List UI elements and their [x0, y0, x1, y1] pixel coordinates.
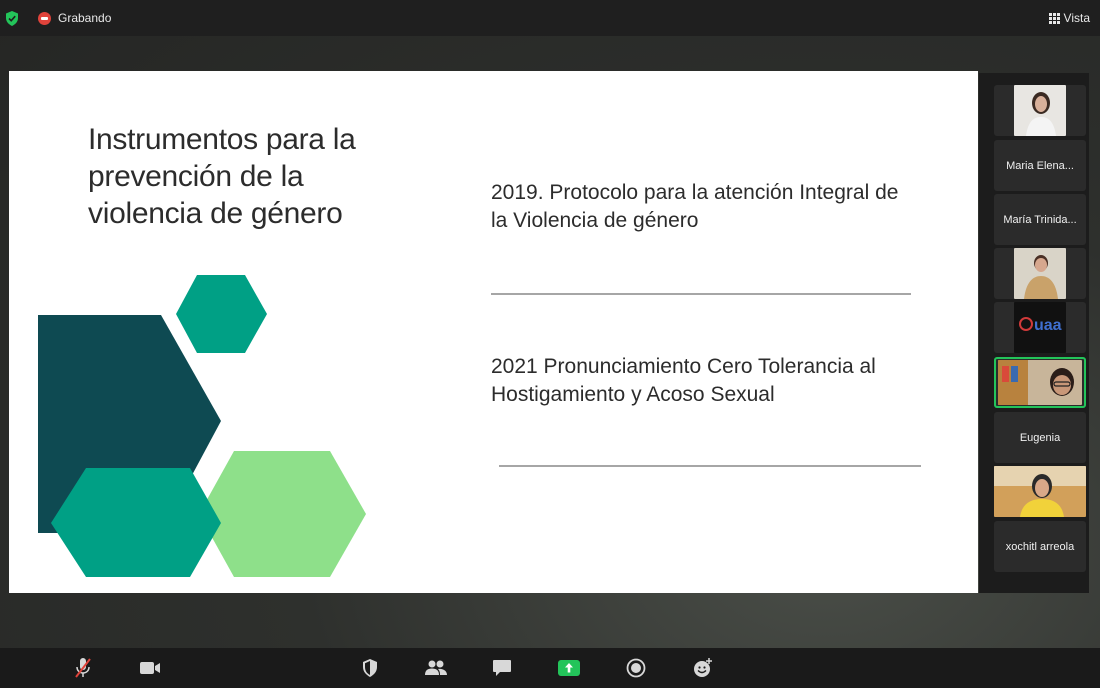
record-icon	[626, 658, 646, 678]
mute-button[interactable]	[72, 656, 94, 680]
divider-line	[499, 465, 921, 467]
participants-gallery: Maria Elena... María Trinida... uaa Euge…	[979, 73, 1089, 593]
participant-tile[interactable]	[994, 248, 1086, 299]
security-icon	[363, 659, 377, 677]
view-label: Vista	[1063, 11, 1090, 25]
mic-muted-icon	[75, 658, 91, 678]
participant-video-icon	[998, 360, 1082, 405]
participant-video-icon	[1014, 85, 1066, 136]
grid-view-icon	[1048, 12, 1060, 24]
security-button[interactable]	[359, 656, 381, 680]
participant-tile[interactable]: Maria Elena...	[994, 140, 1086, 191]
participant-tile[interactable]	[994, 85, 1086, 136]
participant-name: xochitl arreola	[1005, 540, 1075, 553]
video-camera-icon	[140, 662, 160, 674]
uaa-logo-icon: uaa	[1014, 302, 1066, 353]
participants-icon	[425, 660, 447, 675]
reactions-icon	[694, 658, 712, 677]
reactions-button[interactable]	[692, 656, 714, 680]
share-screen-button[interactable]	[557, 656, 581, 680]
teal-hexagon	[51, 468, 221, 577]
participant-tile[interactable]: uaa	[994, 302, 1086, 353]
encryption-shield-icon[interactable]	[5, 11, 19, 26]
meeting-toolbar	[0, 648, 1100, 688]
record-button[interactable]	[625, 656, 647, 680]
participant-name: Maria Elena...	[1006, 159, 1074, 172]
small-teal-hexagon	[176, 275, 267, 353]
slide-item-2019: 2019. Protocolo para la atención Integra…	[491, 181, 899, 232]
participant-tile[interactable]	[994, 466, 1086, 517]
participant-name: Eugenia	[1019, 431, 1061, 444]
participant-video-icon	[1014, 248, 1066, 299]
uaa-logo-text: uaa	[1034, 317, 1062, 334]
recording-label: Grabando	[58, 11, 112, 25]
view-button[interactable]: Vista	[1048, 11, 1090, 25]
light-green-hexagon	[199, 451, 366, 577]
divider-line	[491, 293, 911, 295]
participants-button[interactable]	[424, 656, 448, 680]
slide-title: Instrumentos para la prevención de la vi…	[88, 123, 356, 230]
participant-tile[interactable]: Eugenia	[994, 412, 1086, 463]
active-speaker-tile[interactable]	[994, 357, 1086, 408]
chat-button[interactable]	[491, 656, 513, 680]
participant-tile[interactable]: xochitl arreola	[994, 521, 1086, 572]
share-screen-icon	[558, 660, 580, 676]
recording-icon[interactable]	[38, 12, 51, 25]
participant-video-icon	[994, 466, 1086, 517]
slide-item-2021: 2021 Pronunciamiento Cero Tolerancia al …	[491, 355, 876, 406]
participant-name: María Trinida...	[1003, 213, 1077, 226]
meeting-top-bar: Grabando Vista	[0, 0, 1100, 36]
chat-icon	[493, 660, 511, 676]
start-video-button[interactable]	[138, 656, 162, 680]
shared-slide: Instrumentos para la prevención de la vi…	[9, 71, 978, 593]
participant-tile[interactable]: María Trinida...	[994, 194, 1086, 245]
